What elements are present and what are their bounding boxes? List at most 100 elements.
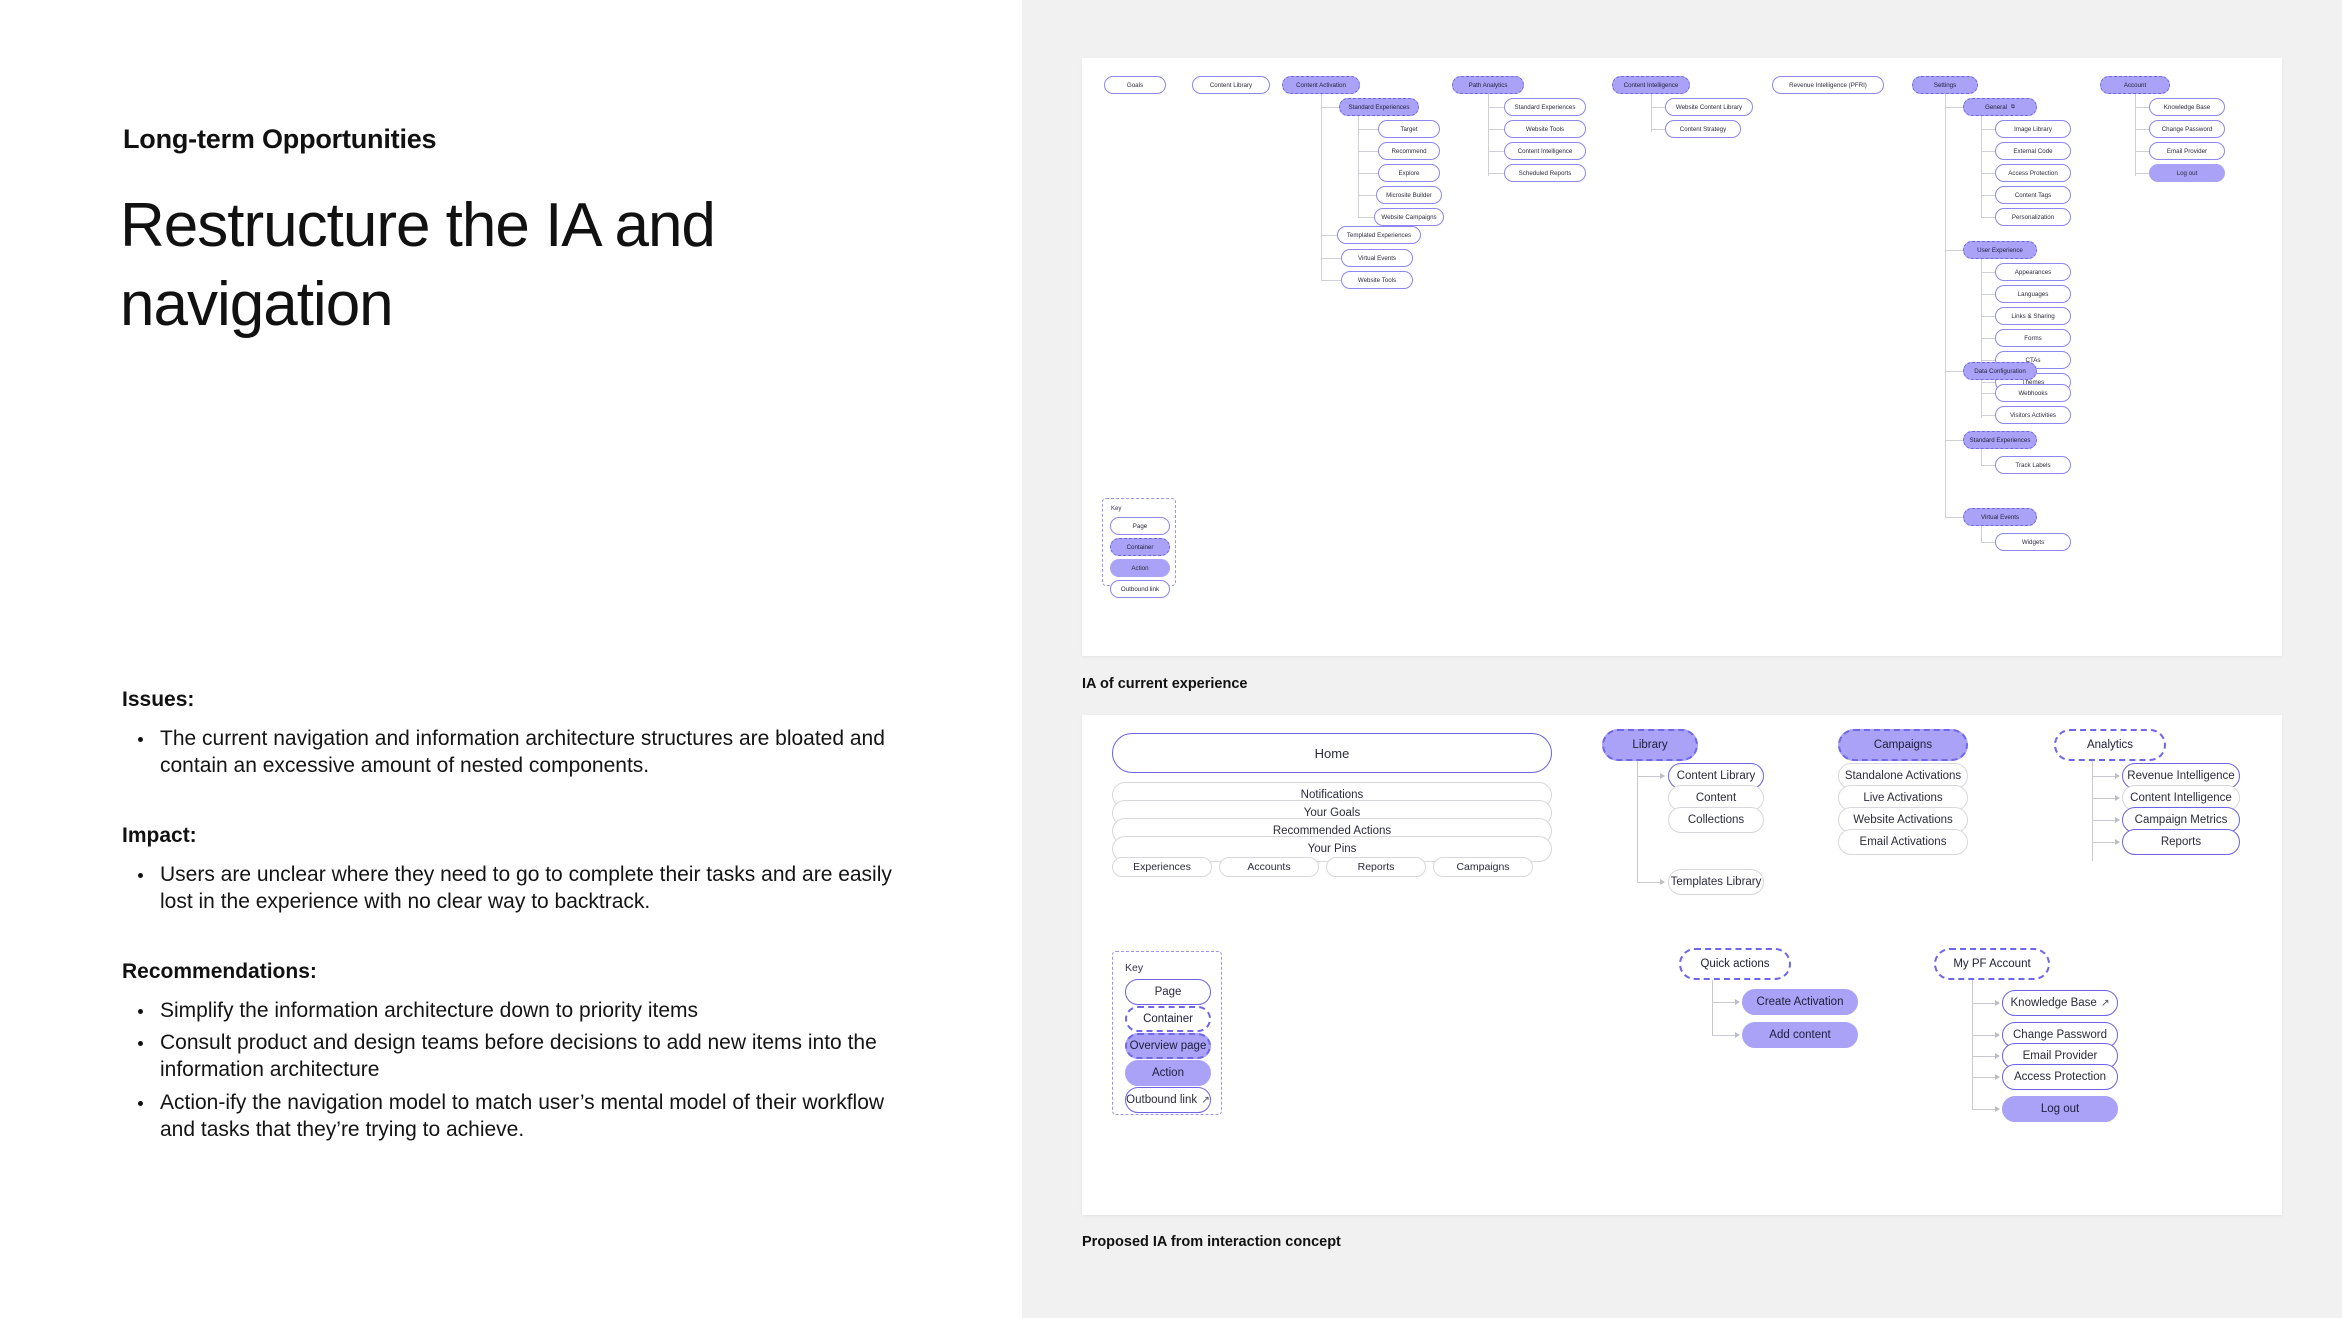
- node-content-intelligence[interactable]: Content Intelligence: [1612, 76, 1690, 94]
- recommendations-heading: Recommendations:: [122, 959, 317, 983]
- node-account[interactable]: Account: [2100, 76, 2170, 94]
- node-settings-standard-experiences[interactable]: Standard Experiences: [1963, 431, 2037, 449]
- node-quick-actions[interactable]: Quick actions: [1679, 948, 1791, 980]
- connector-line: [1358, 116, 1359, 218]
- node-analytics[interactable]: Analytics: [2054, 729, 2166, 761]
- node-collections[interactable]: Collections: [1668, 807, 1764, 833]
- node-languages[interactable]: Languages: [1995, 285, 2071, 303]
- node-website-content-library[interactable]: Website Content Library: [1665, 98, 1753, 116]
- key-item-page: Page: [1110, 517, 1170, 535]
- node-pa-website-tools[interactable]: Website Tools: [1504, 120, 1586, 138]
- node-forms[interactable]: Forms: [1995, 329, 2071, 347]
- node-microsite-builder[interactable]: Microsite Builder: [1376, 186, 1442, 204]
- issues-heading: Issues:: [122, 688, 195, 711]
- node-appearances[interactable]: Appearances: [1995, 263, 2071, 281]
- node-settings-virtual-events[interactable]: Virtual Events: [1963, 508, 2037, 526]
- node-change-password[interactable]: Change Password: [2149, 120, 2225, 138]
- arrow-icon: [1995, 1105, 2000, 1112]
- key-item-outbound-link: Outbound link: [1110, 580, 1170, 598]
- node-links-sharing[interactable]: Links & Sharing: [1995, 307, 2071, 325]
- connector-line: [1358, 173, 1378, 174]
- node-revenue-intelligence[interactable]: Revenue Intelligence (PFRI): [1772, 76, 1884, 94]
- external-link-icon: ↗: [2100, 998, 2110, 1009]
- node-templated-experiences[interactable]: Templated Experiences: [1337, 226, 1421, 244]
- node-tab-campaigns[interactable]: Campaigns: [1433, 857, 1533, 877]
- arrow-icon: [1995, 999, 2000, 1006]
- node-target[interactable]: Target: [1378, 120, 1440, 138]
- node-user-experience[interactable]: User Experience: [1963, 241, 2037, 259]
- node-pa-content-intelligence[interactable]: Content Intelligence: [1504, 142, 1586, 160]
- node-library[interactable]: Library: [1602, 729, 1698, 761]
- node-recommend[interactable]: Recommend: [1378, 142, 1440, 160]
- node-access-protection-2[interactable]: Access Protection: [2002, 1064, 2118, 1090]
- connector-line: [1981, 393, 1995, 394]
- key-item-action: Action: [1125, 1060, 1211, 1086]
- node-content-strategy[interactable]: Content Strategy: [1665, 120, 1741, 138]
- key-item-action: Action: [1110, 559, 1170, 577]
- node-widgets[interactable]: Widgets: [1995, 533, 2071, 551]
- arrow-icon: [1735, 1031, 1740, 1038]
- node-campaigns[interactable]: Campaigns: [1838, 729, 1968, 761]
- connector-line: [1981, 449, 1982, 465]
- node-website-tools[interactable]: Website Tools: [1341, 271, 1413, 289]
- left-content-panel: Long-term Opportunities Restructure the …: [0, 0, 1022, 1318]
- arrow-icon: [2115, 794, 2120, 801]
- node-reports[interactable]: Reports: [2122, 829, 2240, 855]
- node-website-campaigns[interactable]: Website Campaigns: [1374, 208, 1444, 226]
- connector-line: [1358, 129, 1378, 130]
- node-email-provider[interactable]: Email Provider: [2149, 142, 2225, 160]
- node-general[interactable]: General ⧉: [1963, 98, 2037, 116]
- node-track-labels[interactable]: Track Labels: [1995, 456, 2071, 474]
- node-pa-scheduled-reports[interactable]: Scheduled Reports: [1504, 164, 1586, 182]
- connector-line: [1651, 94, 1652, 132]
- slide: Long-term Opportunities Restructure the …: [0, 0, 2342, 1318]
- node-virtual-events[interactable]: Virtual Events: [1341, 249, 1413, 267]
- connector-line: [1321, 94, 1322, 281]
- node-settings[interactable]: Settings: [1912, 76, 1978, 94]
- connector-line: [1981, 316, 1995, 317]
- node-personalization[interactable]: Personalization: [1995, 208, 2071, 226]
- node-content-library[interactable]: Content Library: [1192, 76, 1270, 94]
- node-pa-standard-experiences[interactable]: Standard Experiences: [1504, 98, 1586, 116]
- connector-line: [1321, 107, 1339, 108]
- right-diagram-panel: Goals Content Library Content Activation…: [1022, 0, 2342, 1318]
- node-goals[interactable]: Goals: [1104, 76, 1166, 94]
- connector-line: [1945, 371, 1963, 372]
- node-explore[interactable]: Explore: [1378, 164, 1440, 182]
- node-access-protection[interactable]: Access Protection: [1995, 164, 2071, 182]
- node-external-code[interactable]: External Code: [1995, 142, 2071, 160]
- impact-heading: Impact:: [122, 823, 197, 847]
- node-webhooks[interactable]: Webhooks: [1995, 384, 2071, 402]
- connector-line: [2135, 151, 2149, 152]
- node-home[interactable]: Home: [1112, 733, 1552, 773]
- connector-line: [1488, 129, 1504, 130]
- node-tab-experiences[interactable]: Experiences: [1112, 857, 1212, 877]
- node-image-library[interactable]: Image Library: [1995, 120, 2071, 138]
- node-add-content[interactable]: Add content: [1742, 1022, 1858, 1048]
- connector-line: [1981, 526, 1982, 542]
- connector-line: [1651, 129, 1665, 130]
- node-templates-library[interactable]: Templates Library: [1668, 869, 1764, 895]
- node-log-out[interactable]: Log out: [2149, 164, 2225, 182]
- node-tab-accounts[interactable]: Accounts: [1219, 857, 1319, 877]
- node-data-configuration[interactable]: Data Configuration: [1963, 362, 2037, 380]
- node-knowledge-base[interactable]: Knowledge Base: [2149, 98, 2225, 116]
- external-link-icon: ↗: [1201, 1095, 1210, 1106]
- node-standard-experiences[interactable]: Standard Experiences: [1339, 98, 1419, 116]
- node-knowledge-base-2[interactable]: Knowledge Base ↗: [2002, 990, 2118, 1016]
- connector-line: [1972, 980, 1973, 1109]
- node-log-out-2[interactable]: Log out: [2002, 1096, 2118, 1122]
- node-my-pf-account[interactable]: My PF Account: [1934, 948, 2050, 980]
- node-create-activation[interactable]: Create Activation: [1742, 989, 1858, 1015]
- node-tab-reports[interactable]: Reports: [1326, 857, 1426, 877]
- arrow-icon: [1995, 1073, 2000, 1080]
- node-content-tags[interactable]: Content Tags: [1995, 186, 2071, 204]
- connector-line: [1488, 173, 1504, 174]
- node-email-activations[interactable]: Email Activations: [1838, 829, 1968, 855]
- arrow-icon: [1995, 1031, 2000, 1038]
- list-item: Consult product and design teams before …: [132, 1030, 922, 1084]
- connector-line: [1358, 217, 1374, 218]
- node-visitors-activities[interactable]: Visitors Activities: [1995, 406, 2071, 424]
- node-path-analytics[interactable]: Path Analytics: [1452, 76, 1524, 94]
- node-content-activation[interactable]: Content Activation: [1282, 76, 1360, 94]
